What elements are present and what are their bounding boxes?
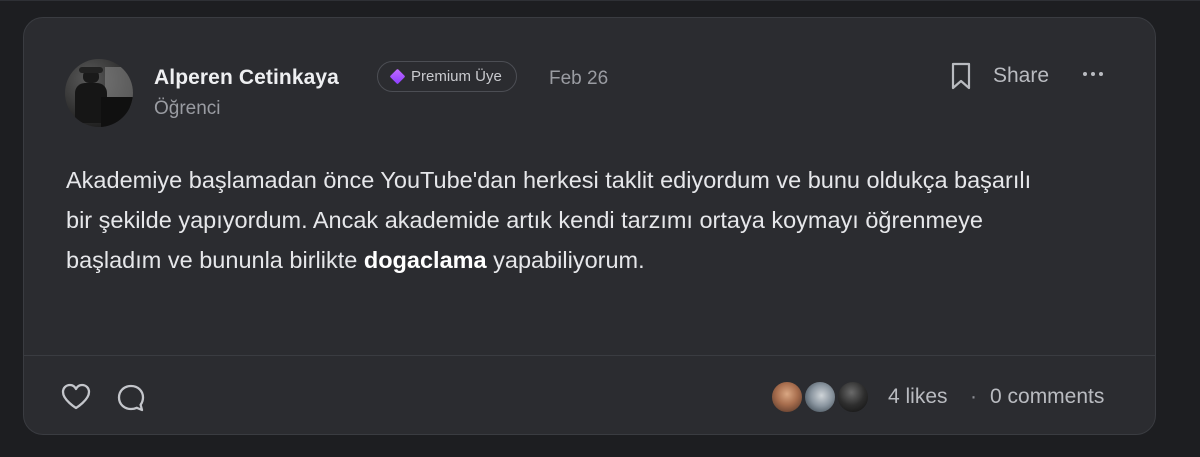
post-body: Akademiye başlamadan önce YouTube'dan he… (66, 160, 1046, 280)
badge-label: Premium Üye (411, 68, 502, 85)
post-text-end: yapabiliyorum. (486, 247, 645, 273)
premium-badge: Premium Üye (377, 61, 517, 92)
heart-icon[interactable] (60, 382, 92, 412)
post-card: Alperen Cetinkaya Premium Üye Feb 26 Öğr… (23, 17, 1156, 435)
liker-avatars[interactable] (770, 380, 870, 414)
more-horizontal-icon[interactable] (1082, 64, 1104, 84)
liker-avatar (803, 380, 837, 414)
comment-icon[interactable] (115, 382, 147, 414)
footer-divider (24, 355, 1155, 356)
post-text-bold: dogaclama (363, 247, 487, 273)
liker-avatar (836, 380, 870, 414)
liker-avatar (770, 380, 804, 414)
bookmark-icon[interactable] (949, 61, 973, 91)
separator-dot: · (970, 385, 977, 408)
author-name[interactable]: Alperen Cetinkaya (154, 66, 339, 90)
top-border (0, 0, 1200, 1)
post-date[interactable]: Feb 26 (549, 68, 608, 90)
diamond-icon (389, 68, 406, 85)
avatar-piano (101, 97, 133, 127)
author-role: Öğrenci (154, 98, 221, 119)
share-button[interactable]: Share (993, 64, 1049, 88)
likes-count[interactable]: 4 likes (888, 385, 948, 409)
avatar-figure-hat (79, 67, 103, 73)
author-avatar[interactable] (65, 59, 133, 127)
comments-count[interactable]: 0 comments (990, 385, 1104, 409)
